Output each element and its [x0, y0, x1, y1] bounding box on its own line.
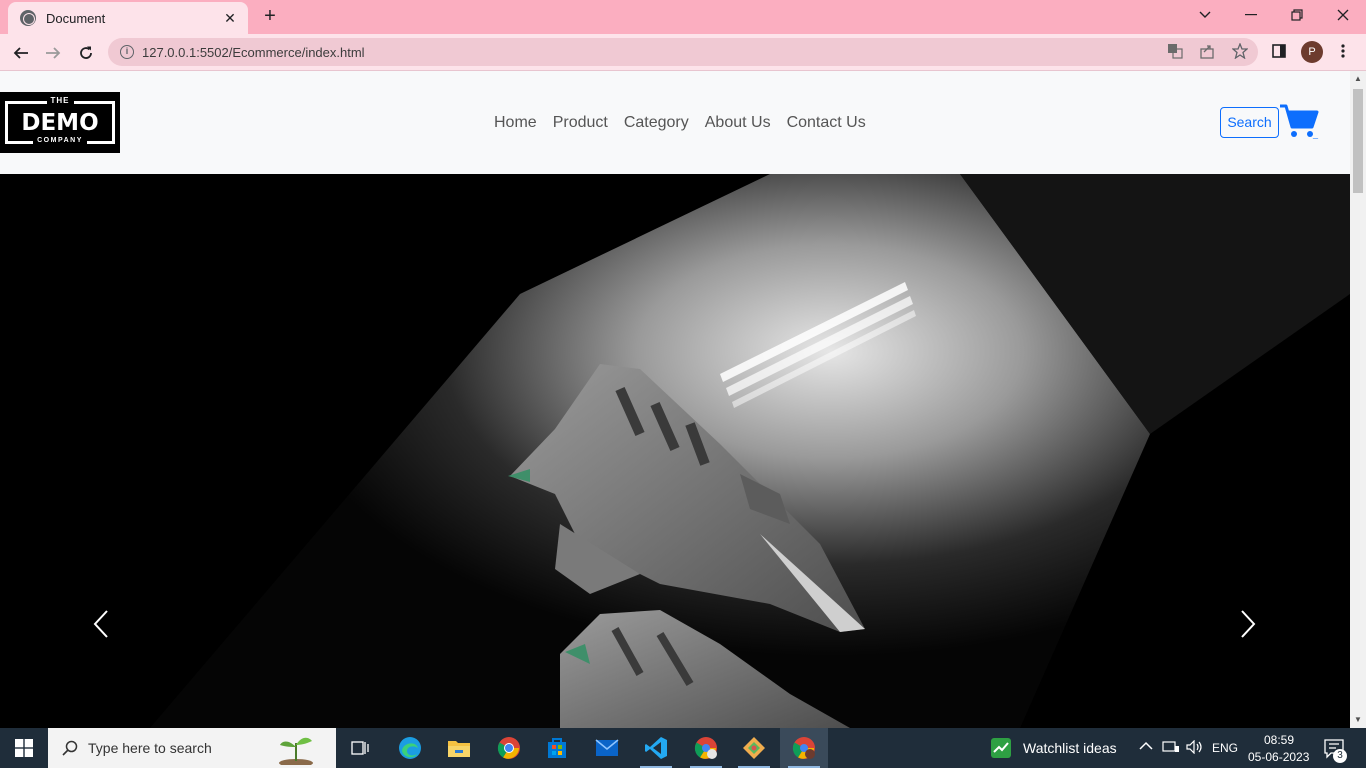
site-navbar: THE DEMO COMPANY Home Product Category A…	[0, 71, 1350, 174]
address-url: 127.0.0.1:5502/Ecommerce/index.html	[142, 44, 365, 60]
search-icon	[62, 740, 78, 756]
watchlist-label: Watchlist ideas	[1023, 740, 1117, 756]
file-explorer-icon[interactable]	[435, 728, 483, 768]
taskbar-search-placeholder: Type here to search	[88, 740, 212, 756]
scroll-up-icon[interactable]: ▲	[1350, 71, 1366, 87]
chrome-active-icon[interactable]	[780, 728, 828, 768]
scroll-down-icon[interactable]: ▼	[1350, 712, 1366, 728]
notification-count-badge: 3	[1333, 749, 1347, 763]
hero-sneaker-image	[0, 174, 1350, 728]
language-indicator[interactable]: ENG	[1212, 741, 1238, 755]
translate-icon[interactable]	[1166, 43, 1184, 61]
git-app-icon[interactable]	[730, 728, 778, 768]
vscode-icon[interactable]	[632, 728, 680, 768]
logo-top-text: THE	[0, 96, 120, 105]
web-page: THE DEMO COMPANY Home Product Category A…	[0, 71, 1350, 728]
carousel-prev-button[interactable]	[81, 594, 121, 654]
close-window-button[interactable]	[1320, 0, 1366, 30]
clock-time[interactable]: 08:59	[1264, 733, 1294, 747]
svg-text:_: _	[1312, 129, 1319, 139]
windows-logo-icon	[15, 739, 33, 757]
forward-icon[interactable]	[40, 40, 66, 66]
taskbar-search-box[interactable]: Type here to search	[48, 728, 336, 768]
main-menu: Home Product Category About Us Contact U…	[486, 111, 874, 135]
nav-home[interactable]: Home	[486, 111, 545, 135]
chrome-icon[interactable]	[485, 728, 533, 768]
clock-date[interactable]: 05-06-2023	[1248, 750, 1309, 764]
browser-menu-icon[interactable]	[1334, 43, 1352, 61]
share-icon[interactable]	[1198, 43, 1216, 61]
tray-chevron-up-icon[interactable]	[1139, 739, 1153, 754]
search-button[interactable]: Search	[1220, 107, 1279, 138]
nav-contact-us[interactable]: Contact Us	[779, 111, 874, 135]
nav-about-us[interactable]: About Us	[697, 111, 779, 135]
back-icon[interactable]	[8, 40, 34, 66]
restore-button[interactable]	[1274, 0, 1320, 30]
windows-taskbar: Type here to search Watchlist ideas ENG …	[0, 728, 1366, 768]
browser-tab-strip: Document ✕ +	[0, 0, 1366, 34]
edge-icon[interactable]	[386, 728, 434, 768]
browser-toolbar: i 127.0.0.1:5502/Ecommerce/index.html	[0, 34, 1366, 71]
chrome-profile-icon[interactable]	[682, 728, 730, 768]
logo-main-text: DEMO	[21, 110, 99, 136]
globe-icon	[20, 10, 36, 26]
chevron-left-icon	[93, 610, 108, 638]
nav-category[interactable]: Category	[616, 111, 697, 135]
tab-search-icon[interactable]	[1182, 0, 1228, 30]
watchlist-widget[interactable]: Watchlist ideas	[985, 728, 1120, 768]
windows-start-button[interactable]	[0, 728, 48, 768]
tab-close-icon[interactable]: ✕	[222, 10, 238, 27]
address-bar[interactable]: i 127.0.0.1:5502/Ecommerce/index.html	[108, 38, 1258, 66]
reload-icon[interactable]	[73, 40, 99, 66]
plant-illustration-icon	[279, 737, 313, 765]
minimize-button[interactable]	[1228, 0, 1274, 30]
profile-avatar[interactable]: P	[1301, 41, 1323, 63]
site-logo[interactable]: THE DEMO COMPANY	[0, 92, 120, 153]
volume-icon[interactable]	[1186, 739, 1204, 757]
cart-icon[interactable]: _	[1279, 103, 1319, 139]
browser-tab[interactable]: Document ✕	[8, 2, 248, 34]
tab-title: Document	[46, 10, 106, 26]
page-scrollbar[interactable]: ▲ ▼	[1350, 71, 1366, 728]
task-view-icon[interactable]	[336, 728, 384, 768]
carousel-next-button[interactable]	[1228, 594, 1268, 654]
microsoft-store-icon[interactable]	[533, 728, 581, 768]
scrollbar-thumb[interactable]	[1353, 89, 1363, 193]
nav-product[interactable]: Product	[545, 111, 616, 135]
mail-icon[interactable]	[583, 728, 631, 768]
hero-carousel	[0, 174, 1350, 728]
bookmark-star-icon[interactable]	[1231, 42, 1249, 61]
chevron-right-icon	[1241, 610, 1256, 638]
stocks-icon	[991, 738, 1011, 758]
network-icon[interactable]	[1162, 740, 1180, 757]
site-info-icon[interactable]: i	[120, 45, 134, 59]
new-tab-button[interactable]: +	[259, 5, 281, 27]
side-panel-icon[interactable]	[1270, 43, 1288, 61]
logo-bottom-text: COMPANY	[0, 137, 120, 144]
